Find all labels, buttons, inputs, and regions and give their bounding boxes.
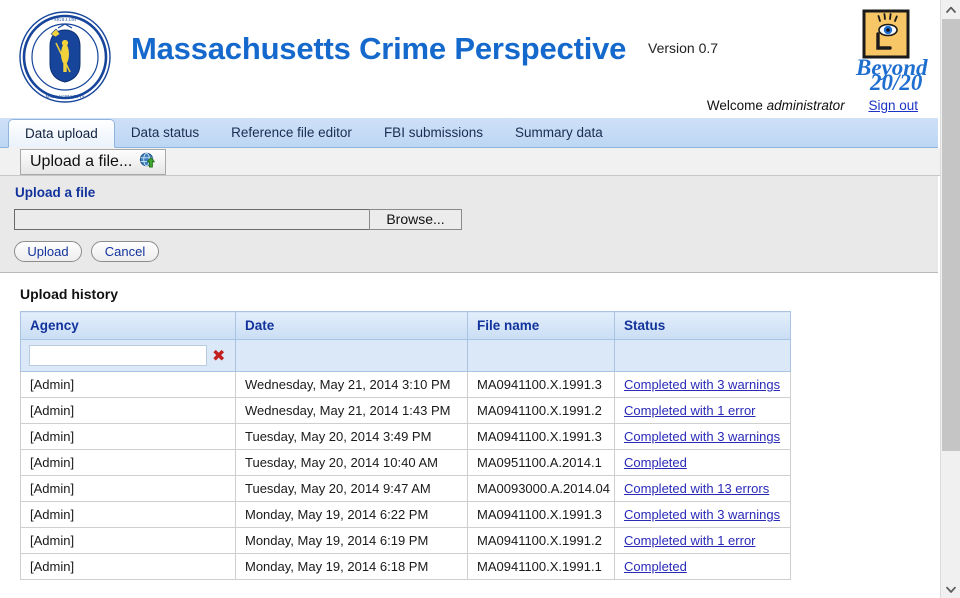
cell-date: Tuesday, May 20, 2014 3:49 PM	[235, 423, 468, 450]
status-link[interactable]: Completed with 13 errors	[624, 481, 769, 496]
status-link[interactable]: Completed	[624, 455, 687, 470]
status-link[interactable]: Completed with 1 error	[624, 533, 756, 548]
filter-cell-date	[235, 339, 468, 372]
upload-panel-title: Upload a file	[15, 185, 96, 200]
status-link[interactable]: Completed with 3 warnings	[624, 429, 780, 444]
table-row: [Admin] Tuesday, May 20, 2014 3:49 PM MA09…	[20, 423, 791, 450]
cell-status: Completed with 13 errors	[614, 475, 791, 502]
column-header-date[interactable]: Date	[235, 311, 468, 340]
red-x-clear-icon[interactable]: ✖	[212, 347, 225, 364]
file-selection-row: Browse...	[14, 209, 938, 230]
file-path-input[interactable]	[14, 209, 369, 230]
cell-status: Completed	[614, 553, 791, 580]
cell-agency: [Admin]	[20, 371, 236, 398]
cell-date: Wednesday, May 21, 2014 3:10 PM	[235, 371, 468, 398]
cell-date: Monday, May 19, 2014 6:19 PM	[235, 527, 468, 554]
cell-status: Completed with 3 warnings	[614, 501, 791, 528]
table-row: [Admin] Monday, May 19, 2014 6:18 PM MA094…	[20, 553, 791, 580]
username-label: administrator	[766, 98, 845, 113]
svg-text:20/20: 20/20	[869, 70, 923, 92]
cell-date: Tuesday, May 20, 2014 10:40 AM	[235, 449, 468, 476]
app-version: Version 0.7	[648, 40, 719, 56]
cell-date: Monday, May 19, 2014 6:18 PM	[235, 553, 468, 580]
cell-status: Completed with 3 warnings	[614, 423, 791, 450]
page-viewport: · SIGILLUM · · MASSACHUSETTS · Massachus…	[0, 0, 940, 598]
page-scrollbar[interactable]	[940, 0, 960, 598]
cell-status: Completed with 3 warnings	[614, 371, 791, 398]
cell-status: Completed with 1 error	[614, 527, 791, 554]
tab-data-upload[interactable]: Data upload	[8, 119, 115, 148]
content-toolbar: Upload a file...	[0, 148, 940, 176]
scroll-down-chevron-down-icon[interactable]	[941, 580, 960, 598]
cell-date: Monday, May 19, 2014 6:22 PM	[235, 501, 468, 528]
filter-cell-agency: ✖	[20, 339, 236, 372]
welcome-prefix: Welcome	[706, 98, 763, 113]
upload-button[interactable]: Upload	[14, 241, 82, 262]
globe-upload-icon	[139, 151, 156, 173]
status-link[interactable]: Completed with 3 warnings	[624, 507, 780, 522]
cell-date: Tuesday, May 20, 2014 9:47 AM	[235, 475, 468, 502]
upload-a-file-label: Upload a file...	[30, 152, 133, 170]
cell-file-name: MA0951100.A.2014.1	[467, 449, 615, 476]
filter-cell-file-name	[467, 339, 615, 372]
column-header-file-name[interactable]: File name	[467, 311, 615, 340]
svg-text:· MASSACHUSETTS ·: · MASSACHUSETTS ·	[43, 94, 88, 99]
cell-file-name: MA0093000.A.2014.04	[467, 475, 615, 502]
massachusetts-state-seal-icon: · SIGILLUM · · MASSACHUSETTS ·	[18, 10, 112, 104]
tab-data-status[interactable]: Data status	[115, 119, 215, 147]
column-header-agency[interactable]: Agency	[20, 311, 236, 340]
upload-history-title: Upload history	[20, 286, 119, 302]
table-row: [Admin] Tuesday, May 20, 2014 10:40 AM MA0…	[20, 449, 791, 476]
cell-file-name: MA0941100.X.1991.2	[467, 397, 615, 424]
filter-cell-status	[614, 339, 791, 372]
tab-fbi-submissions[interactable]: FBI submissions	[368, 119, 499, 147]
sign-out-link[interactable]: Sign out	[868, 98, 918, 113]
upload-a-file-button[interactable]: Upload a file...	[20, 148, 167, 175]
cancel-button[interactable]: Cancel	[91, 241, 159, 262]
cell-agency: [Admin]	[20, 475, 236, 502]
table-row: [Admin] Wednesday, May 21, 2014 1:43 PM MA…	[20, 397, 791, 424]
tab-summary-data[interactable]: Summary data	[499, 119, 619, 147]
tab-reference-file-editor[interactable]: Reference file editor	[215, 119, 368, 147]
table-filter-row: ✖	[20, 339, 791, 372]
app-window: · SIGILLUM · · MASSACHUSETTS · Massachus…	[0, 0, 960, 598]
main-tab-bar: Data upload Data status Reference file e…	[0, 118, 938, 148]
column-header-status[interactable]: Status	[614, 311, 791, 340]
table-header-row: Agency Date File name Status	[20, 311, 791, 340]
cell-agency: [Admin]	[20, 553, 236, 580]
upload-history-table: Agency Date File name Status ✖ [Admin] W…	[20, 311, 791, 580]
scroll-up-chevron-up-icon[interactable]	[941, 0, 960, 18]
status-link[interactable]: Completed with 1 error	[624, 403, 756, 418]
table-row: [Admin] Monday, May 19, 2014 6:22 PM MA094…	[20, 501, 791, 528]
status-link[interactable]: Completed	[624, 559, 687, 574]
beyond-2020-logo-icon: Beyond 20/20	[838, 8, 930, 95]
browse-button[interactable]: Browse...	[369, 209, 462, 230]
table-row: [Admin] Wednesday, May 21, 2014 3:10 PM MA…	[20, 371, 791, 398]
cell-file-name: MA0941100.X.1991.3	[467, 371, 615, 398]
cell-date: Wednesday, May 21, 2014 1:43 PM	[235, 397, 468, 424]
upload-history-section: Upload history Agency Date File name Sta…	[0, 273, 940, 580]
cell-status: Completed	[614, 449, 791, 476]
cell-file-name: MA0941100.X.1991.2	[467, 527, 615, 554]
table-row: [Admin] Monday, May 19, 2014 6:19 PM MA094…	[20, 527, 791, 554]
upload-a-file-panel: Upload a file Browse... Upload Cancel	[0, 176, 938, 273]
cell-agency: [Admin]	[20, 501, 236, 528]
cell-file-name: MA0941100.X.1991.1	[467, 553, 615, 580]
table-row: [Admin] Tuesday, May 20, 2014 9:47 AM MA00…	[20, 475, 791, 502]
svg-text:· SIGILLUM ·: · SIGILLUM ·	[51, 17, 79, 22]
cell-agency: [Admin]	[20, 527, 236, 554]
cell-status: Completed with 1 error	[614, 397, 791, 424]
status-link[interactable]: Completed with 3 warnings	[624, 377, 780, 392]
cell-file-name: MA0941100.X.1991.3	[467, 423, 615, 450]
welcome-bar: Welcome administrator Sign out	[707, 98, 918, 113]
cell-agency: [Admin]	[20, 397, 236, 424]
cell-agency: [Admin]	[20, 449, 236, 476]
app-title: Massachusetts Crime Perspective	[131, 31, 627, 66]
page-header: · SIGILLUM · · MASSACHUSETTS · Massachus…	[0, 0, 940, 118]
scrollbar-thumb[interactable]	[942, 19, 960, 451]
cell-file-name: MA0941100.X.1991.3	[467, 501, 615, 528]
upload-panel-actions: Upload Cancel	[14, 241, 938, 262]
cell-agency: [Admin]	[20, 423, 236, 450]
agency-filter-input[interactable]	[29, 345, 207, 366]
